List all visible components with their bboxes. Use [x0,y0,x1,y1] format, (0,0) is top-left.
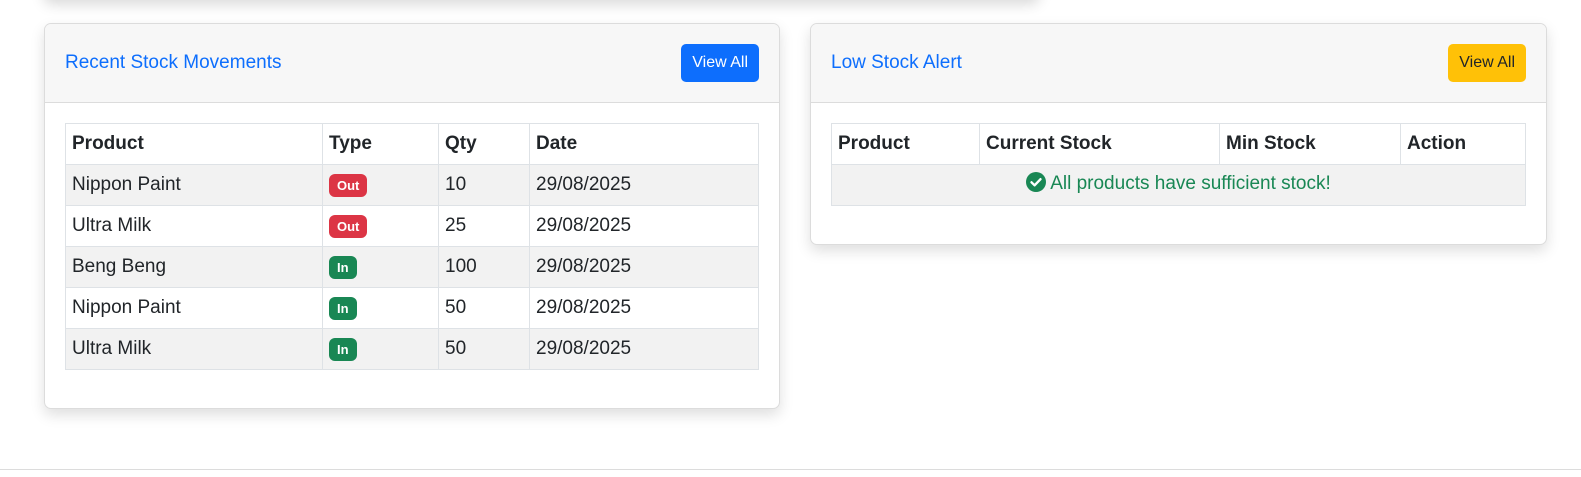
table-header-row: Product Type Qty Date [65,123,759,165]
empty-state-row: All products have sufficient stock! [831,164,1526,206]
product-cell: Ultra Milk [65,205,323,247]
product-cell: Nippon Paint [65,164,323,206]
column-header-min-stock: Min Stock [1219,123,1401,165]
type-cell: In [322,246,439,288]
qty-cell: 100 [438,246,530,288]
product-cell: Beng Beng [65,246,323,288]
column-header-date: Date [529,123,759,165]
empty-state-cell: All products have sufficient stock! [831,164,1526,206]
type-badge-in: In [329,337,357,361]
table-row: Nippon Paint Out 10 29/08/2025 [65,164,759,206]
check-circle-icon [1026,172,1047,198]
table-header-row: Product Current Stock Min Stock Action [831,123,1526,165]
column-header-qty: Qty [438,123,530,165]
view-all-movements-button[interactable]: View All [681,44,759,82]
type-cell: Out [322,205,439,247]
empty-state-message: All products have sufficient stock! [1050,173,1331,194]
low-stock-alert-card: Low Stock Alert View All Product Current… [810,23,1547,245]
qty-cell: 50 [438,328,530,370]
movements-table: Product Type Qty Date Nippon Paint Out 1… [65,123,759,370]
view-all-low-stock-button[interactable]: View All [1448,44,1526,82]
qty-cell: 25 [438,205,530,247]
type-cell: Out [322,164,439,206]
low-stock-table: Product Current Stock Min Stock Action A… [831,123,1526,206]
card-body: Product Type Qty Date Nippon Paint Out 1… [45,103,779,370]
table-row: Beng Beng In 100 29/08/2025 [65,246,759,288]
card-body: Product Current Stock Min Stock Action A… [811,103,1546,206]
table-row: Ultra Milk Out 25 29/08/2025 [65,205,759,247]
card-title: Recent Stock Movements [65,52,282,73]
column-header-product: Product [831,123,980,165]
card-header: Low Stock Alert View All [811,24,1546,103]
product-cell: Nippon Paint [65,287,323,329]
type-cell: In [322,328,439,370]
type-badge-in: In [329,255,357,279]
date-cell: 29/08/2025 [529,246,759,288]
type-badge-out: Out [329,214,368,238]
card-title: Low Stock Alert [831,52,962,73]
card-header: Recent Stock Movements View All [45,24,779,103]
type-cell: In [322,287,439,329]
date-cell: 29/08/2025 [529,164,759,206]
table-row: Ultra Milk In 50 29/08/2025 [65,328,759,370]
type-badge-in: In [329,296,357,320]
column-header-type: Type [322,123,439,165]
date-cell: 29/08/2025 [529,287,759,329]
date-cell: 29/08/2025 [529,205,759,247]
column-header-current-stock: Current Stock [979,123,1220,165]
qty-cell: 10 [438,164,530,206]
date-cell: 29/08/2025 [529,328,759,370]
product-cell: Ultra Milk [65,328,323,370]
qty-cell: 50 [438,287,530,329]
type-badge-out: Out [329,173,368,197]
recent-stock-movements-card: Recent Stock Movements View All Product … [44,23,780,409]
column-header-action: Action [1400,123,1526,165]
table-row: Nippon Paint In 50 29/08/2025 [65,287,759,329]
footer-divider [0,469,1581,470]
column-header-product: Product [65,123,323,165]
